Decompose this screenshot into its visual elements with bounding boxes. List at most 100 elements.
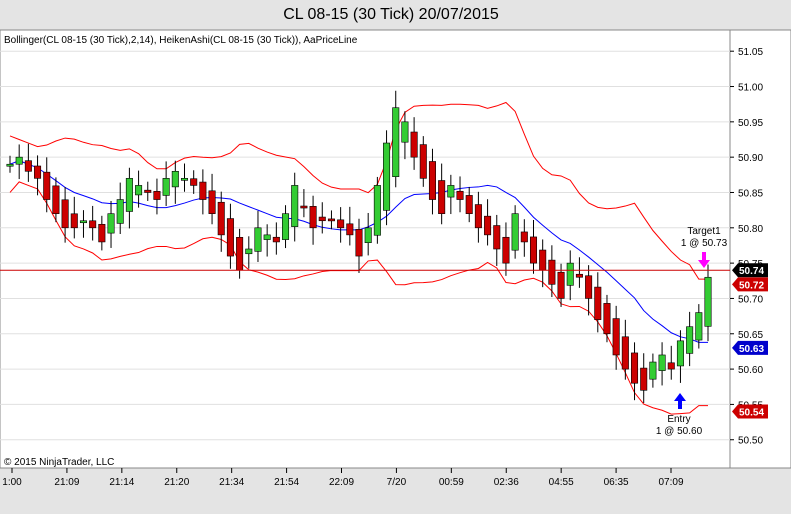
- entry-label: Entry: [667, 414, 690, 425]
- candle-body: [502, 236, 510, 264]
- candle-body: [529, 236, 538, 264]
- candle-body: [79, 220, 87, 224]
- candle-body: [667, 362, 675, 370]
- candle-body: [89, 220, 97, 229]
- candle-body: [70, 213, 78, 229]
- x-tick-label: 21:14: [109, 477, 134, 488]
- candle-body: [309, 206, 317, 229]
- price-badge: 50.74: [732, 263, 768, 278]
- candle-body: [34, 165, 42, 179]
- candle-body: [6, 163, 14, 167]
- candle-body: [676, 340, 684, 367]
- candle-body: [153, 191, 161, 200]
- price-badge-label: 50.74: [739, 266, 764, 277]
- chart-title: CL 08-15 (30 Tick) 20/07/2015: [283, 6, 499, 23]
- candle-body: [373, 185, 381, 236]
- entry-value: 1 @ 50.60: [656, 426, 703, 437]
- target-label: Target1: [687, 226, 721, 237]
- candle-body: [43, 171, 51, 200]
- entry-arrow-shaft: [678, 401, 682, 409]
- x-tick-label: 21:34: [219, 477, 244, 488]
- candle-body: [575, 273, 583, 278]
- price-badge: 50.72: [732, 277, 768, 292]
- candle-body: [318, 216, 326, 222]
- candle-body: [24, 160, 32, 172]
- candle-body: [98, 223, 106, 243]
- y-tick-label: 51.00: [738, 83, 763, 94]
- candle-body: [456, 190, 464, 200]
- candle-body: [364, 227, 372, 244]
- candle-body: [520, 231, 528, 243]
- candle-body: [217, 201, 225, 236]
- candle-body: [474, 204, 482, 229]
- candle-body: [603, 303, 611, 335]
- candle-body: [658, 354, 666, 371]
- x-tick-label: 04:55: [549, 477, 574, 488]
- candle-body: [631, 352, 639, 384]
- candle-body: [566, 262, 574, 286]
- y-tick-label: 50.95: [738, 118, 763, 129]
- candle-body: [327, 218, 335, 222]
- y-tick-label: 50.65: [738, 330, 763, 341]
- y-tick-label: 50.50: [738, 436, 763, 447]
- y-tick-label: 50.80: [738, 224, 763, 235]
- x-tick-label: 00:59: [439, 477, 464, 488]
- candle-body: [116, 199, 124, 224]
- x-tick-label: 1:00: [2, 477, 22, 488]
- candle-body: [511, 213, 519, 251]
- candle-body: [392, 107, 400, 177]
- candle-body: [410, 131, 418, 158]
- candle-body: [428, 161, 436, 200]
- candle-body: [539, 249, 547, 271]
- candle-body: [649, 361, 657, 380]
- candle-body: [144, 189, 152, 193]
- candle-body: [401, 121, 409, 143]
- candle-body: [291, 185, 299, 227]
- candle-body: [263, 234, 271, 240]
- candle-body: [236, 237, 244, 271]
- candle-body: [438, 180, 446, 214]
- candle-body: [190, 178, 198, 186]
- candle-body: [15, 156, 23, 165]
- candle-body: [493, 225, 501, 250]
- target-value: 1 @ 50.73: [681, 238, 728, 249]
- candle-body: [594, 286, 602, 320]
- candle-body: [447, 185, 455, 198]
- price-badge-label: 50.63: [739, 344, 764, 355]
- candle-body: [52, 185, 60, 214]
- candle-body: [346, 223, 354, 236]
- candle-body: [107, 213, 115, 234]
- candle-body: [199, 181, 207, 200]
- candle-body: [226, 218, 234, 257]
- x-tick-label: 07:09: [658, 477, 683, 488]
- y-tick-label: 50.90: [738, 153, 763, 164]
- candle-body: [208, 190, 216, 214]
- plot-area[interactable]: [0, 29, 731, 469]
- copyright-label: © 2015 NinjaTrader, LLC: [4, 457, 114, 468]
- target-arrow-shaft: [702, 252, 706, 260]
- candle-body: [695, 312, 703, 341]
- candle-body: [337, 219, 345, 229]
- price-badge-label: 50.72: [739, 280, 764, 291]
- x-tick-label: 06:35: [604, 477, 629, 488]
- candle-body: [686, 326, 694, 354]
- x-tick-label: 7/20: [387, 477, 407, 488]
- y-tick-label: 50.70: [738, 294, 763, 305]
- price-chart[interactable]: CL 08-15 (30 Tick) 20/07/2015 Bollinger(…: [0, 0, 791, 514]
- candle-body: [640, 367, 648, 391]
- y-tick-label: 50.85: [738, 188, 763, 199]
- x-tick-label: 21:20: [164, 477, 189, 488]
- price-badge-label: 50.54: [739, 407, 764, 418]
- candle-body: [171, 170, 179, 188]
- x-tick-label: 22:09: [329, 477, 354, 488]
- candle-body: [162, 178, 170, 196]
- y-tick-label: 50.60: [738, 365, 763, 376]
- price-badge: 50.63: [732, 340, 768, 355]
- indicator-label: Bollinger(CL 08-15 (30 Tick),2,14), Heik…: [4, 35, 358, 46]
- candle-body: [548, 259, 556, 285]
- candle-body: [419, 144, 427, 179]
- candle-body: [621, 336, 629, 370]
- candle-body: [254, 227, 262, 252]
- candle-body: [245, 248, 253, 255]
- candle-body: [61, 199, 69, 229]
